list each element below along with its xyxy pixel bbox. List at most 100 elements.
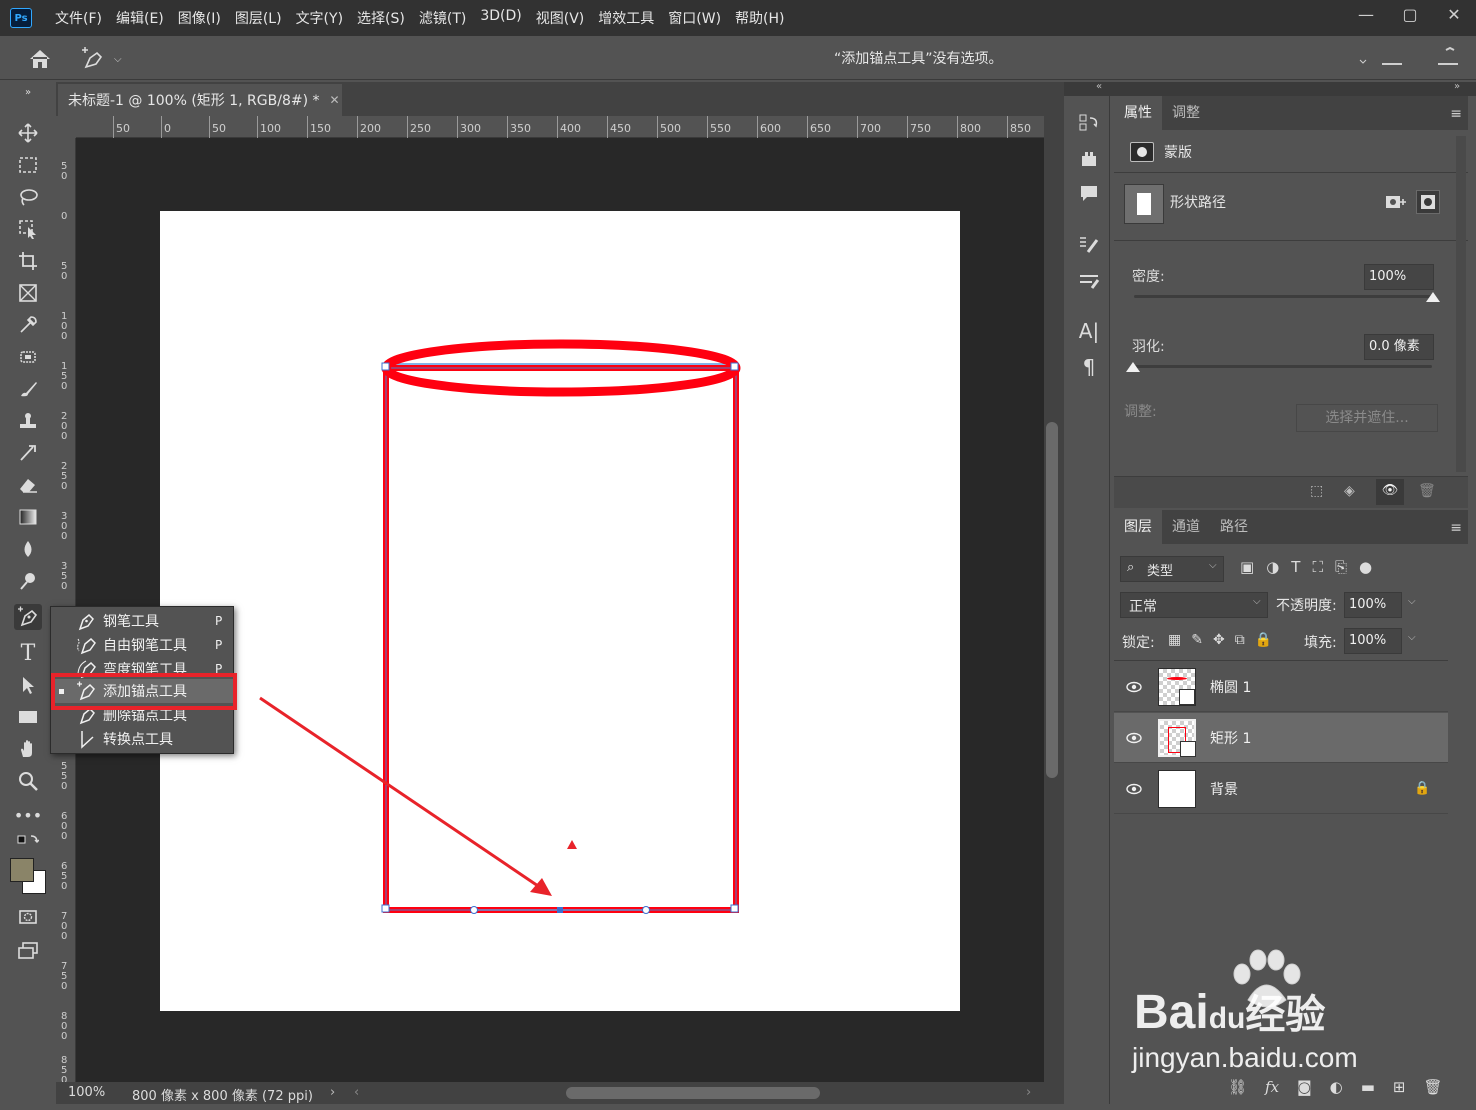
lock-pixels-icon[interactable]: ✎ xyxy=(1191,632,1203,652)
visibility-eye-icon[interactable] xyxy=(1126,783,1142,795)
quick-mask-icon[interactable] xyxy=(14,904,42,930)
layer-filter-dropdown[interactable]: ⌕ 类型 ⌵ xyxy=(1120,556,1224,582)
opacity-input[interactable]: 100% xyxy=(1344,592,1402,618)
link-layers-icon[interactable]: ⛓ xyxy=(1228,1078,1247,1096)
filter-toggle-icon[interactable]: ● xyxy=(1359,558,1372,580)
anchor-point[interactable] xyxy=(381,362,390,371)
smart-object-filter-icon[interactable]: ⎘ xyxy=(1335,558,1347,580)
move-tool-icon[interactable] xyxy=(14,120,42,146)
menu-window[interactable]: 窗口(W) xyxy=(661,8,728,28)
tab-adjustments[interactable]: 调整 xyxy=(1162,96,1210,130)
tool-preset-picker[interactable]: ⌵ xyxy=(80,46,130,72)
restore-button[interactable]: ▢ xyxy=(1388,0,1432,28)
pixel-filter-icon[interactable]: ▣ xyxy=(1240,558,1254,580)
vector-mask-icon[interactable] xyxy=(1416,190,1440,214)
healing-brush-icon[interactable] xyxy=(14,344,42,370)
layer-row[interactable]: 椭圆 1 xyxy=(1114,662,1448,712)
more-tools-icon[interactable]: ••• xyxy=(14,802,42,828)
feather-slider-thumb[interactable] xyxy=(1126,362,1140,372)
tab-paths[interactable]: 路径 xyxy=(1210,510,1258,544)
menu-plugins[interactable]: 增效工具 xyxy=(591,8,661,28)
history-panel-icon[interactable] xyxy=(1076,110,1102,136)
brush-settings-panel-icon[interactable] xyxy=(1076,268,1102,294)
menu-file[interactable]: 文件(F) xyxy=(48,8,109,28)
collapse-toolbar-icon[interactable]: » xyxy=(14,86,42,98)
delete-mask-icon[interactable]: 🗑 xyxy=(1418,483,1436,499)
menu-type[interactable]: 文字(Y) xyxy=(289,8,350,28)
eyedropper-icon[interactable] xyxy=(14,312,42,338)
clone-stamp-icon[interactable] xyxy=(14,408,42,434)
zoom-level[interactable]: 100% xyxy=(68,1085,105,1100)
chevron-down-icon[interactable]: ⌵ xyxy=(1408,632,1416,643)
brush-tool-icon[interactable] xyxy=(14,376,42,402)
blend-mode-dropdown[interactable]: 正常 ⌵ xyxy=(1120,592,1268,618)
close-tab-icon[interactable]: ✕ xyxy=(330,93,340,107)
vertical-scroll-thumb[interactable] xyxy=(1046,422,1058,778)
marquee-tool-icon[interactable] xyxy=(14,152,42,178)
character-panel-icon[interactable]: A| xyxy=(1076,318,1102,344)
density-slider[interactable] xyxy=(1134,295,1432,298)
pen-tool-icon[interactable] xyxy=(14,604,42,630)
menu-image[interactable]: 图像(I) xyxy=(171,8,228,28)
paragraph-panel-icon[interactable]: ¶ xyxy=(1076,354,1102,380)
menu-select[interactable]: 选择(S) xyxy=(350,8,412,28)
document-tab[interactable]: 未标题-1 @ 100% (矩形 1, RGB/8#) * ✕ xyxy=(58,84,342,116)
home-icon[interactable] xyxy=(26,48,54,70)
lock-position-icon[interactable]: ✥ xyxy=(1213,632,1225,652)
properties-scrollbar[interactable] xyxy=(1456,136,1466,472)
tab-channels[interactable]: 通道 xyxy=(1162,510,1210,544)
delete-layer-icon[interactable]: 🗑 xyxy=(1423,1078,1442,1096)
panel-menu-icon[interactable]: ≡ xyxy=(1450,106,1462,122)
density-slider-thumb[interactable] xyxy=(1426,292,1440,302)
type-filter-icon[interactable]: T xyxy=(1291,558,1300,580)
flyout-convert-point-tool[interactable]: 转换点工具 xyxy=(51,727,233,751)
shape-filter-icon[interactable]: ⛶ xyxy=(1312,558,1323,580)
toggle-mask-eye-icon[interactable]: 👁 xyxy=(1376,479,1404,505)
dodge-tool-icon[interactable] xyxy=(14,568,42,594)
tab-properties[interactable]: 属性 xyxy=(1114,96,1162,130)
object-selection-icon[interactable] xyxy=(14,216,42,242)
adjustment-filter-icon[interactable]: ◑ xyxy=(1266,558,1279,580)
minimize-button[interactable]: — xyxy=(1344,0,1388,28)
menu-filter[interactable]: 滤镜(T) xyxy=(412,8,473,28)
density-input[interactable]: 100% xyxy=(1364,264,1434,290)
ruler-origin[interactable] xyxy=(56,116,76,138)
new-group-icon[interactable]: ▬ xyxy=(1361,1078,1375,1096)
blur-tool-icon[interactable] xyxy=(14,536,42,562)
scroll-left-icon[interactable]: ‹ xyxy=(354,1085,359,1100)
horizontal-ruler[interactable]: 50 0 50 100 150 200 250 300 350 400 450 … xyxy=(76,116,1044,138)
lock-icon[interactable]: 🔒 xyxy=(1414,781,1430,796)
crop-tool-icon[interactable] xyxy=(14,248,42,274)
menu-view[interactable]: 视图(V) xyxy=(529,8,592,28)
chevron-right-icon[interactable]: › xyxy=(330,1085,335,1100)
layer-row[interactable]: 背景 🔒 xyxy=(1114,764,1448,814)
anchor-point[interactable] xyxy=(730,904,739,913)
feather-slider[interactable] xyxy=(1134,365,1432,368)
apply-mask-icon[interactable]: ◈ xyxy=(1344,483,1355,499)
menu-3d[interactable]: 3D(D) xyxy=(473,8,528,28)
rectangle-tool-icon[interactable] xyxy=(14,704,42,730)
visibility-eye-icon[interactable] xyxy=(1126,681,1142,693)
lock-artboard-icon[interactable]: ⧉ xyxy=(1235,632,1245,652)
fill-input[interactable]: 100% xyxy=(1344,628,1402,654)
lock-transparency-icon[interactable]: ▦ xyxy=(1168,632,1181,652)
flyout-freeform-pen-tool[interactable]: 自由钢笔工具 P xyxy=(51,633,233,657)
load-selection-icon[interactable]: ⬚ xyxy=(1310,483,1323,499)
menu-help[interactable]: 帮助(H) xyxy=(728,8,791,28)
scroll-right-icon[interactable]: › xyxy=(1026,1085,1031,1100)
frame-tool-icon[interactable] xyxy=(14,280,42,306)
direction-handle[interactable] xyxy=(642,906,650,914)
lasso-tool-icon[interactable] xyxy=(14,184,42,210)
history-brush-icon[interactable] xyxy=(14,440,42,466)
zoom-tool-icon[interactable] xyxy=(14,768,42,794)
chevron-down-icon[interactable]: ⌵ xyxy=(1408,596,1416,607)
feather-input[interactable]: 0.0 像素 xyxy=(1364,334,1434,360)
layer-row-selected[interactable]: 矩形 1 xyxy=(1114,713,1448,763)
swap-colors-icon[interactable] xyxy=(14,834,42,852)
foreground-color-swatch[interactable] xyxy=(10,858,34,882)
add-pixel-mask-icon[interactable] xyxy=(1384,192,1406,212)
document-size-info[interactable]: 800 像素 x 800 像素 (72 ppi) xyxy=(132,1085,313,1104)
lock-all-icon[interactable]: 🔒 xyxy=(1255,632,1272,652)
horizontal-scroll-thumb[interactable] xyxy=(566,1087,820,1099)
close-button[interactable]: ✕ xyxy=(1432,0,1476,28)
